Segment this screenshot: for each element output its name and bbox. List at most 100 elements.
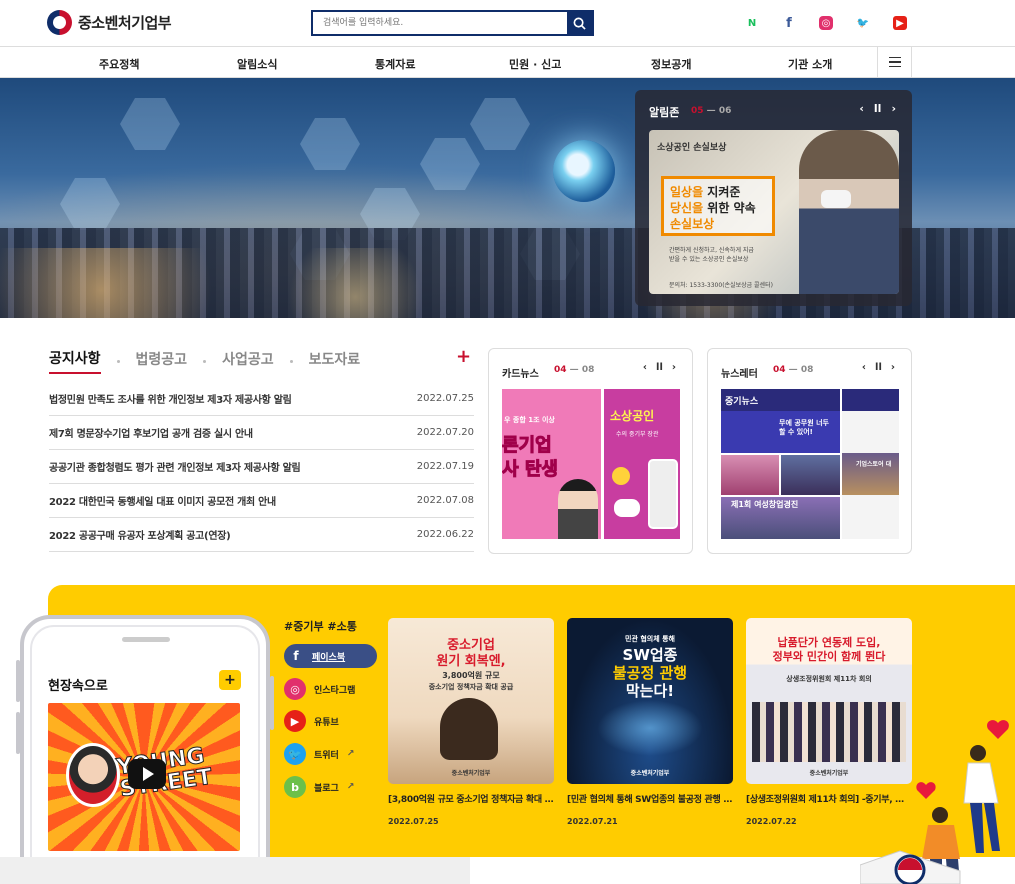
youtube-video-thumbnail[interactable]: YOUNG STREET bbox=[48, 703, 240, 851]
nav-item-disclosure[interactable]: 정보공개 bbox=[651, 56, 691, 72]
sns-post[interactable]: 민관 협의체 통해 SW업종 불공정 관행 막는다! 중소벤처기업부 [민관 협의체 통해… bbox=[567, 618, 733, 826]
notice-row[interactable]: 공공기관 종합청렴도 평가 관련 개인정보 제3자 제공사항 알림 2022.07… bbox=[49, 450, 474, 484]
newsletter-photo-2 bbox=[781, 455, 840, 495]
nav-item-about[interactable]: 기관 소개 bbox=[788, 56, 832, 72]
tab-press-release[interactable]: 보도자료 bbox=[309, 349, 361, 373]
sns-channel-twitter[interactable]: 🐦 트위터 ↗ bbox=[284, 743, 354, 765]
prev-arrow-icon[interactable]: ‹ bbox=[643, 362, 647, 373]
post-illustration bbox=[440, 698, 498, 760]
post-image-text: 3,800억원 규모 bbox=[442, 671, 500, 680]
newsletter-counter: 04 — 08 bbox=[773, 365, 814, 375]
twitter-icon: 🐦 bbox=[284, 743, 306, 765]
hexagon-decoration bbox=[300, 118, 360, 170]
main-nav: 주요정책 알림소식 통계자료 민원 · 신고 정보공개 기관 소개 bbox=[0, 46, 1015, 78]
notice-title[interactable]: 2022 대한민국 동행세일 대표 이미지 공모전 개최 안내 bbox=[49, 493, 276, 508]
card-news-image-1[interactable]: 우 종합 1조 이상 론기업 사 탄생 bbox=[502, 389, 601, 539]
hamburger-menu-icon[interactable] bbox=[877, 46, 912, 78]
newsletter-controls: ‹ ll › bbox=[862, 362, 895, 373]
sns-post[interactable]: 중소기업 원기 회복엔, 3,800억원 규모 중소기업 정책자금 확대 공급 중소벤처… bbox=[388, 618, 554, 826]
phone-illustration bbox=[648, 459, 678, 529]
banner-person-illustration bbox=[799, 130, 899, 294]
notice-title[interactable]: 2022 공공구매 유공자 포상계획 공고(연장) bbox=[49, 527, 231, 542]
alarm-zone-counter: 05 — 06 bbox=[691, 106, 732, 116]
hexagon-decoration bbox=[470, 98, 530, 150]
tab-business-notice[interactable]: 사업공고 bbox=[222, 349, 274, 373]
phone-speaker bbox=[122, 637, 170, 642]
site-logo[interactable]: 중소벤처기업부 bbox=[47, 10, 172, 35]
nav-item-policy[interactable]: 주요정책 bbox=[99, 56, 139, 72]
post-image-text: 민관 협의체 통해 bbox=[625, 635, 675, 643]
sns-channel-label: 트위터 bbox=[314, 750, 339, 761]
card-news-controls: ‹ ll › bbox=[643, 362, 676, 373]
facebook-icon[interactable]: f bbox=[782, 16, 796, 31]
card-news-headline-1: 론기업 bbox=[502, 435, 552, 457]
card-news-image-2[interactable]: 소상공인 수의 중기부 장관 bbox=[604, 389, 680, 539]
next-arrow-icon[interactable]: › bbox=[672, 362, 676, 373]
card-news-counter: 04 — 08 bbox=[554, 365, 595, 375]
notice-date: 2022.07.20 bbox=[416, 427, 474, 438]
prev-arrow-icon[interactable]: ‹ bbox=[862, 362, 866, 373]
sns-post-image[interactable]: 중소기업 원기 회복엔, 3,800억원 규모 중소기업 정책자금 확대 공급 중소벤처… bbox=[388, 618, 554, 784]
post-image-text: 막는다! bbox=[625, 682, 675, 700]
youtube-icon[interactable]: ▶ bbox=[893, 16, 907, 30]
tab-law-notice[interactable]: 법령공고 bbox=[136, 349, 188, 373]
notice-title[interactable]: 법정민원 만족도 조사를 위한 개인정보 제3자 제공사항 알림 bbox=[49, 391, 292, 406]
hero-emblem-icon bbox=[553, 140, 615, 202]
banner-headline: 일상을 지켜준 당신을 위한 약속 손실보상 bbox=[661, 176, 775, 236]
next-arrow-icon[interactable]: › bbox=[891, 102, 896, 115]
hexagon-decoration bbox=[420, 138, 480, 190]
sns-post-title[interactable]: [민관 협의체 통해 SW업종의 불공정 관행 막는다] bbox=[567, 792, 733, 805]
nav-item-news[interactable]: 알림소식 bbox=[237, 56, 277, 72]
alarm-banner-image[interactable]: 소상공인 손실보상 일상을 지켜준 당신을 위한 약속 손실보상 간편하게 신청… bbox=[649, 130, 899, 294]
sns-channel-instagram[interactable]: ◎ 인스타그램 bbox=[284, 678, 355, 700]
nav-item-civil-report[interactable]: 민원 · 신고 bbox=[509, 56, 561, 72]
sns-post-image[interactable]: 민관 협의체 통해 SW업종 불공정 관행 막는다! 중소벤처기업부 bbox=[567, 618, 733, 784]
newsletter-image-2[interactable]: 기업스토어 대 bbox=[842, 389, 899, 539]
card-news-title: 카드뉴스 bbox=[502, 369, 539, 380]
newsletter-headline: 무에 공무원 너두 할 수 있어! bbox=[779, 419, 829, 436]
banner-contact: 문의처: 1533-3300(손실보상금 콜센터) bbox=[669, 282, 773, 289]
card-news-subtitle-2: 수의 중기부 장관 bbox=[616, 431, 659, 438]
search-input[interactable] bbox=[313, 12, 567, 34]
notice-title[interactable]: 공공기관 종합청렴도 평가 관련 개인정보 제3자 제공사항 알림 bbox=[49, 459, 301, 474]
prev-arrow-icon[interactable]: ‹ bbox=[859, 102, 864, 115]
instagram-icon[interactable]: ◎ bbox=[819, 16, 833, 30]
video-face-illustration bbox=[66, 743, 120, 807]
naver-blog-icon[interactable]: N bbox=[745, 16, 759, 30]
hexagon-decoration bbox=[120, 98, 180, 150]
notice-more-plus-icon[interactable]: + bbox=[456, 346, 471, 367]
alarm-zone: 알림존 05 — 06 ‹ ll › 소상공인 손실보상 일상을 지켜준 당신을… bbox=[635, 90, 912, 306]
nav-item-statistics[interactable]: 통계자료 bbox=[375, 56, 415, 72]
sns-post-title[interactable]: [3,800억원 규모 중소기업 정책자금 확대 공급] bbox=[388, 792, 554, 805]
twitter-icon[interactable]: 🐦 bbox=[856, 16, 870, 30]
instagram-icon: ◎ bbox=[284, 678, 306, 700]
search-button[interactable] bbox=[567, 12, 592, 34]
notice-row[interactable]: 제7회 명문장수기업 후보기업 공개 검증 실시 안내 2022.07.20 bbox=[49, 416, 474, 450]
sns-channel-blog[interactable]: b 블로그 ↗ bbox=[284, 776, 354, 798]
play-button-icon[interactable] bbox=[128, 759, 166, 789]
pause-icon[interactable]: ll bbox=[656, 362, 663, 373]
hero-banner: 알림존 05 — 06 ‹ ll › 소상공인 손실보상 일상을 지켜준 당신을… bbox=[0, 78, 1015, 318]
sns-channel-facebook[interactable]: f 페이스북 bbox=[284, 644, 377, 668]
notice-row[interactable]: 법정민원 만족도 조사를 위한 개인정보 제3자 제공사항 알림 2022.07.… bbox=[49, 382, 474, 416]
next-arrow-icon[interactable]: › bbox=[891, 362, 895, 373]
notice-date: 2022.07.08 bbox=[416, 495, 474, 506]
sns-channel-youtube[interactable]: ▶ 유튜브 bbox=[284, 710, 339, 732]
notice-row[interactable]: 2022 공공구매 유공자 포상계획 공고(연장) 2022.06.22 bbox=[49, 518, 474, 552]
card-news-person bbox=[558, 479, 598, 539]
notice-date: 2022.06.22 bbox=[416, 529, 474, 540]
notice-title[interactable]: 제7회 명문장수기업 후보기업 공개 검증 실시 안내 bbox=[49, 425, 253, 440]
tab-notice[interactable]: 공지사항 bbox=[49, 348, 101, 374]
post-illustration bbox=[597, 700, 703, 756]
banner-tag: 소상공인 손실보상 bbox=[657, 143, 727, 153]
newsletter-image-1[interactable]: 중기뉴스 무에 공무원 너두 할 수 있어! 제1회 여성창업경진 bbox=[721, 389, 840, 539]
card-news-headline-3: 소상공인 bbox=[610, 409, 655, 423]
pause-icon[interactable]: ll bbox=[875, 362, 882, 373]
header: 중소벤처기업부 Nf ◎ 🐦 ▶ bbox=[0, 0, 1015, 47]
pause-icon[interactable]: ll bbox=[874, 102, 882, 115]
banner-mask-illustration bbox=[821, 190, 851, 208]
notice-row[interactable]: 2022 대한민국 동행세일 대표 이미지 공모전 개최 안내 2022.07.0… bbox=[49, 484, 474, 518]
footer-strip bbox=[0, 857, 470, 884]
field-more-plus-icon[interactable]: + bbox=[219, 670, 241, 690]
newsletter-side-bar bbox=[842, 389, 899, 411]
